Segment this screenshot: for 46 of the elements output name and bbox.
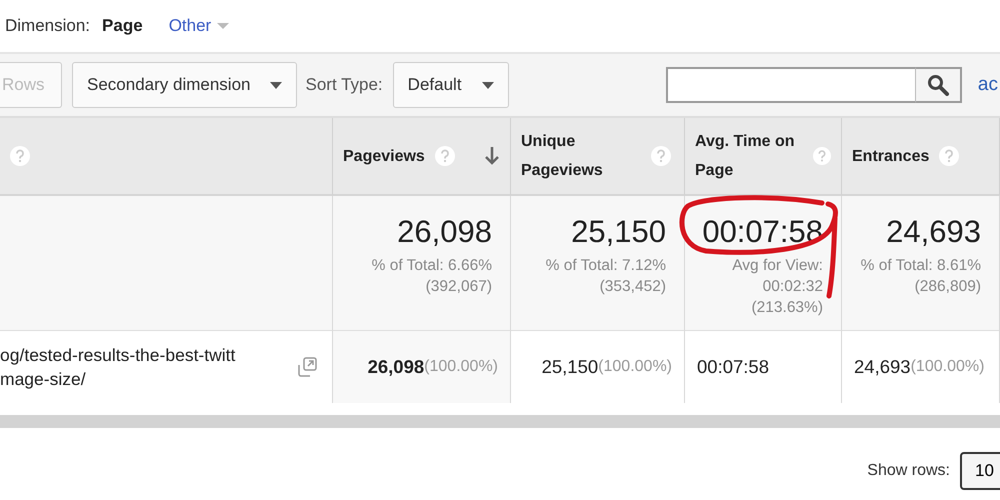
search-field[interactable] [666,67,916,103]
total-value: 26,098 [397,213,492,251]
caret-icon [217,23,230,29]
total-detail: Avg for View: [732,256,823,276]
metric-value: 25,150 [542,356,598,378]
help-icon [651,146,671,166]
metric-share: (100.00%) [598,358,672,376]
dimension-dropdown[interactable]: Other [168,16,212,36]
total-detail: % of Total: 6.66% [372,256,492,276]
advanced-link[interactable]: ac [978,74,998,96]
metric-share: (100.00%) [910,358,984,376]
caret-icon [482,82,494,88]
scrollbar[interactable] [0,415,1000,428]
total-detail: % of Total: 8.61% [860,256,981,276]
show-rows-dropdown[interactable]: 10 [960,452,1000,490]
metric-value: 00:07:58 [697,356,770,378]
sort-type-dropdown[interactable]: Default [392,62,509,108]
column-header[interactable]: Pageviews [343,142,425,170]
external-link-icon[interactable] [298,357,318,377]
dimension-label: Dimension: [5,16,90,36]
total-detail: (213.63%) [751,298,823,318]
total-value: 24,693 [886,213,981,251]
metric-value: 24,693 [854,356,911,378]
page-path[interactable]: mage-size/ [0,367,236,391]
total-value: 00:07:58 [702,213,823,251]
show-rows-label: Show rows: [867,462,950,480]
total-detail: (392,067) [426,277,492,297]
metric-share: (100.00%) [424,358,498,376]
help-icon [813,146,831,166]
column-header[interactable]: Entrances [852,142,930,170]
help-icon [10,146,30,166]
search-icon [926,74,949,96]
total-detail: (286,809) [914,277,981,297]
search-button[interactable] [916,67,962,103]
page-path[interactable]: og/tested-results-the-best-twitt [0,343,236,367]
secondary-dimension-dropdown[interactable]: Secondary dimension [72,62,298,108]
metric-value: 26,098 [368,356,424,378]
caret-icon [270,82,282,88]
total-value: 25,150 [571,213,666,251]
total-detail: % of Total: 7.12% [546,256,666,276]
dimension-tab[interactable]: Page [102,16,143,36]
help-icon [939,146,960,166]
help-icon [434,146,455,166]
sort-type-label: Sort Type: [305,75,383,95]
total-detail: 00:02:32 [762,277,823,297]
total-detail: (353,452) [600,277,666,297]
